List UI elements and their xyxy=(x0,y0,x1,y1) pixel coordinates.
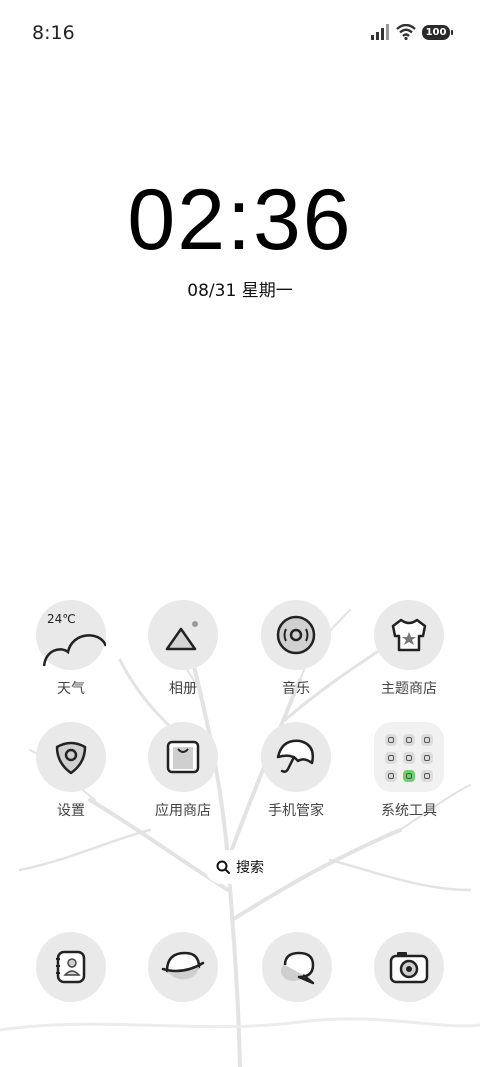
music-disc-icon xyxy=(261,600,331,670)
app-weather[interactable]: 24℃ 天气 xyxy=(15,600,127,698)
app-label-gallery: 相册 xyxy=(169,681,197,697)
browser-icon xyxy=(148,932,218,1002)
app-label-weather: 天气 xyxy=(57,681,85,697)
search-label: 搜索 xyxy=(236,860,264,876)
app-label-theme-store: 主题商店 xyxy=(381,681,437,697)
status-bar: 8:16 100 xyxy=(0,0,480,68)
wifi-icon xyxy=(396,24,416,40)
app-label-app-store: 应用商店 xyxy=(155,803,211,819)
dock-browser[interactable] xyxy=(148,932,218,1002)
weather-cloud-icon: 24℃ xyxy=(36,600,106,670)
app-label-music: 音乐 xyxy=(282,681,310,697)
clock-widget[interactable]: 02:36 08/31 星期一 xyxy=(0,170,480,301)
signal-icon xyxy=(371,24,389,40)
clock-time: 02:36 xyxy=(127,172,353,268)
folder-app-icon xyxy=(421,752,433,764)
folder-icon xyxy=(374,722,444,792)
messages-icon xyxy=(262,932,332,1002)
search-icon xyxy=(216,860,230,874)
status-time: 8:16 xyxy=(32,22,75,44)
theme-shirt-icon xyxy=(374,600,444,670)
app-music[interactable]: 音乐 xyxy=(240,600,352,698)
app-app-store[interactable]: 应用商店 xyxy=(127,722,239,820)
folder-app-icon xyxy=(385,770,397,782)
gallery-icon xyxy=(148,600,218,670)
folder-app-icon xyxy=(403,752,415,764)
app-label-phone-manager: 手机管家 xyxy=(268,803,324,819)
app-label-system-tools: 系统工具 xyxy=(381,803,437,819)
contacts-icon xyxy=(36,932,106,1002)
status-icons: 100 xyxy=(370,24,453,40)
folder-app-icon xyxy=(421,734,433,746)
battery-icon: 100 xyxy=(422,24,453,40)
umbrella-icon xyxy=(261,722,331,792)
camera-icon xyxy=(374,932,444,1002)
app-phone-manager[interactable]: 手机管家 xyxy=(240,722,352,820)
clock-date: 08/31 星期一 xyxy=(187,281,293,301)
folder-app-icon xyxy=(385,752,397,764)
dock-contacts[interactable] xyxy=(36,932,106,1002)
dock-messages[interactable] xyxy=(262,932,332,1002)
weather-temperature: 24℃ xyxy=(47,612,76,626)
folder-app-icon xyxy=(403,734,415,746)
dock-camera[interactable] xyxy=(374,932,444,1002)
app-store-bag-icon xyxy=(148,722,218,792)
app-label-settings: 设置 xyxy=(57,803,85,819)
folder-app-icon xyxy=(403,770,415,782)
app-settings[interactable]: 设置 xyxy=(15,722,127,820)
search-button[interactable]: 搜索 xyxy=(205,850,275,884)
folder-app-icon xyxy=(385,734,397,746)
app-theme-store[interactable]: 主题商店 xyxy=(353,600,465,698)
settings-icon xyxy=(36,722,106,792)
app-system-tools[interactable]: 系统工具 xyxy=(353,722,465,820)
app-gallery[interactable]: 相册 xyxy=(127,600,239,698)
folder-app-icon xyxy=(421,770,433,782)
